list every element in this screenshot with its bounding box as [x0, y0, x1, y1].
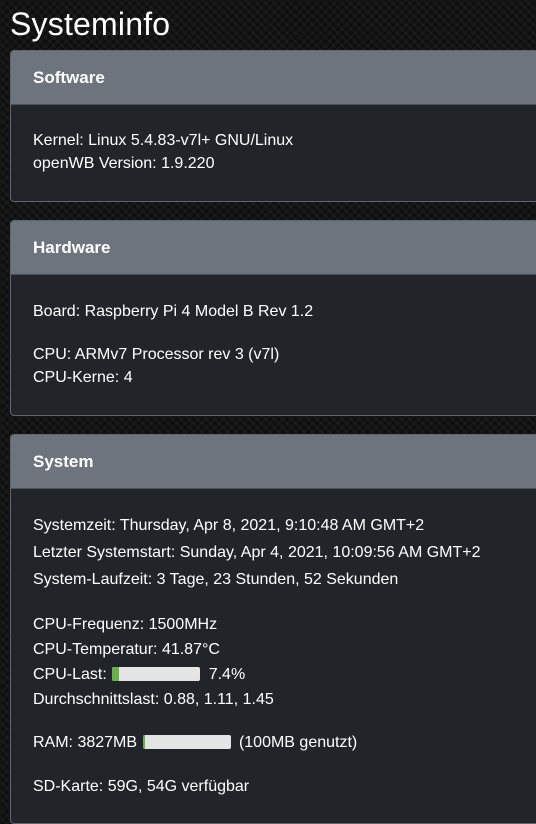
cpu-load-bar — [112, 666, 201, 681]
version-label: openWB Version: — [33, 155, 157, 172]
systemstart-row: Letzter Systemstart: Sunday, Apr 4, 2021… — [33, 541, 527, 564]
software-card: Software Kernel: Linux 5.4.83-v7l+ GNU/L… — [10, 50, 536, 202]
ram-used-text: (100MB genutzt) — [238, 734, 358, 751]
system-card-body: Systemzeit: Thursday, Apr 8, 2021, 9:10:… — [11, 489, 536, 798]
cpu-label: CPU: — [33, 346, 72, 363]
systemstart-value: Sunday, Apr 4, 2021, 10:09:56 AM GMT+2 — [179, 544, 481, 561]
ram-usage-bar — [142, 734, 231, 749]
sd-card-value: 59G, 54G verfügbar — [107, 778, 250, 795]
system-card: System Systemzeit: Thursday, Apr 8, 2021… — [10, 434, 536, 824]
ram-usage-bar-fill — [142, 734, 145, 749]
hardware-card: Hardware Board: Raspberry Pi 4 Model B R… — [10, 220, 536, 416]
uptime-row: System-Laufzeit: 3 Tage, 23 Stunden, 52 … — [33, 568, 527, 591]
systemzeit-row: Systemzeit: Thursday, Apr 8, 2021, 9:10:… — [33, 514, 527, 537]
load-avg-value: 0.88, 1.11, 1.45 — [163, 691, 274, 708]
hardware-card-body: Board: Raspberry Pi 4 Model B Rev 1.2 CP… — [11, 275, 536, 389]
systemstart-label: Letzter Systemstart: — [33, 544, 176, 561]
ram-value: 3827MB — [77, 734, 138, 751]
cpu-load-value: 7.4% — [208, 666, 246, 683]
cpu-load-label: CPU-Last: — [33, 666, 107, 683]
load-avg-label: Durchschnittslast: — [33, 691, 160, 708]
cpu-freq-label: CPU-Frequenz: — [33, 616, 145, 633]
sd-card-label: SD-Karte: — [33, 778, 104, 795]
cores-label: CPU-Kerne: — [33, 369, 120, 386]
cpu-temp-value: 41.87°C — [161, 641, 220, 658]
cpu-freq-row: CPU-Frequenz: 1500MHz — [33, 613, 527, 636]
version-row: openWB Version: 1.9.220 — [33, 152, 527, 175]
uptime-value: 3 Tage, 23 Stunden, 52 Sekunden — [156, 571, 399, 588]
ram-group: RAM: 3827MB (100MB genutzt) — [33, 731, 527, 754]
system-card-header: System — [11, 435, 536, 489]
page-title: Systeminfo — [10, 6, 171, 42]
cpu-temp-label: CPU-Temperatur: — [33, 641, 158, 658]
kernel-value: Linux 5.4.83-v7l+ GNU/Linux — [88, 132, 294, 149]
sd-group: SD-Karte: 59G, 54G verfügbar — [33, 775, 527, 798]
cores-row: CPU-Kerne: 4 — [33, 366, 527, 389]
cpu-freq-value: 1500MHz — [148, 616, 218, 633]
kernel-row: Kernel: Linux 5.4.83-v7l+ GNU/Linux — [33, 129, 527, 152]
software-card-body: Kernel: Linux 5.4.83-v7l+ GNU/Linux open… — [11, 105, 536, 175]
cpu-row: CPU: ARMv7 Processor rev 3 (v7l) — [33, 343, 527, 366]
board-label: Board: — [33, 303, 81, 320]
load-avg-row: Durchschnittslast: 0.88, 1.11, 1.45 — [33, 688, 527, 711]
kernel-label: Kernel: — [33, 132, 84, 149]
cpu-value: ARMv7 Processor rev 3 (v7l) — [74, 346, 280, 363]
board-value: Raspberry Pi 4 Model B Rev 1.2 — [84, 303, 314, 320]
uptime-label: System-Laufzeit: — [33, 571, 153, 588]
board-row: Board: Raspberry Pi 4 Model B Rev 1.2 — [33, 300, 527, 323]
ram-label: RAM: — [33, 734, 73, 751]
sd-card-row: SD-Karte: 59G, 54G verfügbar — [33, 775, 527, 798]
cpu-stats-group: CPU-Frequenz: 1500MHz CPU-Temperatur: 41… — [33, 613, 527, 711]
systemzeit-label: Systemzeit: — [33, 517, 116, 534]
cpu-load-row: CPU-Last: 7.4% — [33, 663, 527, 686]
hardware-card-header: Hardware — [11, 221, 536, 275]
ram-row: RAM: 3827MB (100MB genutzt) — [33, 731, 527, 754]
cores-value: 4 — [123, 369, 133, 386]
systemzeit-value: Thursday, Apr 8, 2021, 9:10:48 AM GMT+2 — [119, 517, 425, 534]
version-value: 1.9.220 — [161, 155, 215, 172]
board-group: Board: Raspberry Pi 4 Model B Rev 1.2 — [33, 300, 527, 323]
time-group: Systemzeit: Thursday, Apr 8, 2021, 9:10:… — [33, 514, 527, 591]
cpu-load-bar-fill — [112, 666, 119, 681]
cpu-group: CPU: ARMv7 Processor rev 3 (v7l) CPU-Ker… — [33, 343, 527, 389]
cpu-temp-row: CPU-Temperatur: 41.87°C — [33, 638, 527, 661]
software-card-header: Software — [11, 51, 536, 105]
